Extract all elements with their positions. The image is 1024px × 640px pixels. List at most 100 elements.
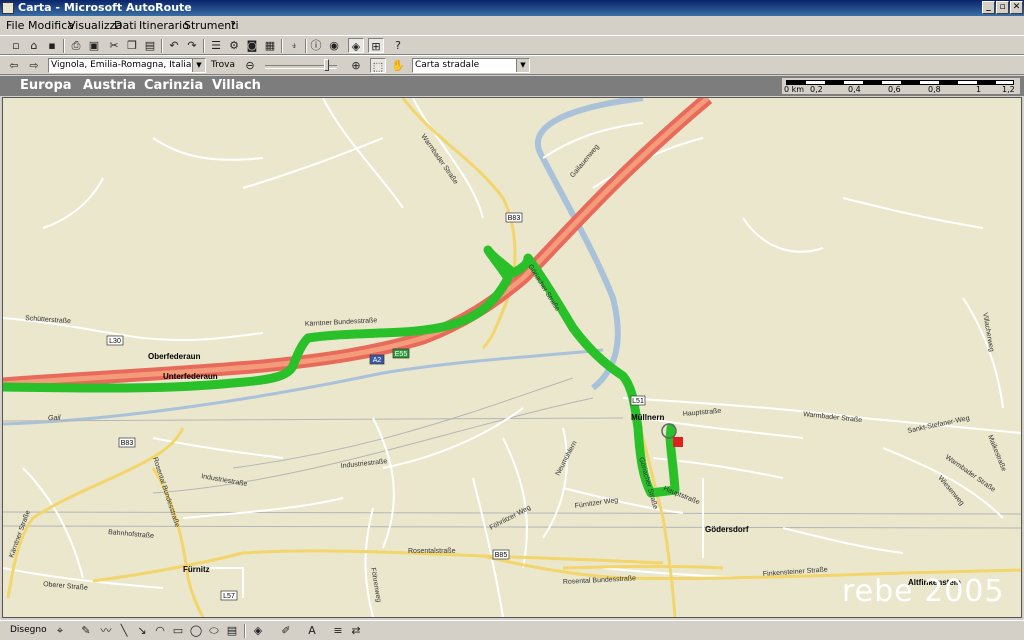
- new-icon[interactable]: ▫: [8, 38, 24, 53]
- street-label: Maikestraße: [986, 434, 1007, 472]
- paste-icon[interactable]: ▤: [142, 38, 158, 53]
- back-icon[interactable]: ⇦: [6, 58, 22, 73]
- standard-toolbar: ▫ ⌂ ▪ ⎙ ▣ ✂ ❐ ▤ ↶ ↷ ☰ ⚙ ◙ ▦ ⍖ ⓘ ◉ ◈ ⊞ ?: [0, 35, 1024, 55]
- separator: [203, 39, 205, 53]
- ellipse-icon[interactable]: ◯: [188, 623, 204, 638]
- info-icon[interactable]: ⓘ: [308, 38, 324, 53]
- menu-dati[interactable]: Dati: [114, 19, 137, 32]
- highlighter-icon[interactable]: ✎: [78, 623, 94, 638]
- street-label: Hauptstraße: [683, 408, 722, 418]
- shield-b85: B85: [495, 552, 508, 559]
- undo-icon[interactable]: ↶: [166, 38, 182, 53]
- itinerary-list-icon[interactable]: ☰: [208, 38, 224, 53]
- schedule-icon[interactable]: ▦: [262, 38, 278, 53]
- end-flag: [673, 437, 683, 447]
- scale-tick: 1,2: [1002, 85, 1015, 94]
- breadcrumb-villach[interactable]: Villach: [212, 78, 261, 93]
- find-nearby-icon[interactable]: ◉: [326, 38, 342, 53]
- map-layers-icon[interactable]: ◈: [348, 38, 364, 53]
- zoom-out-icon[interactable]: ⊖: [242, 58, 258, 73]
- menu-itinerario[interactable]: Itinerario: [139, 19, 189, 32]
- title-bar: Carta - Microsoft AutoRoute _ ▫ ✕: [0, 0, 1024, 16]
- freehand-icon[interactable]: 〰: [98, 623, 114, 638]
- scale-tick: 1: [976, 85, 982, 94]
- street-label: Fürnitzer Weg: [574, 497, 618, 510]
- scale-tick: 0,4: [848, 85, 861, 94]
- separator: [63, 39, 65, 53]
- fill-color-icon[interactable]: ◈: [250, 623, 266, 638]
- close-button[interactable]: ✕: [1010, 1, 1023, 14]
- breadcrumb-europa[interactable]: Europa: [20, 78, 72, 93]
- pointer-icon[interactable]: ⌖: [52, 623, 68, 638]
- map-style-value: Carta stradale: [415, 60, 480, 70]
- oval-icon[interactable]: ⬭: [206, 623, 222, 638]
- redo-icon[interactable]: ↷: [184, 38, 200, 53]
- line-icon[interactable]: ╲: [116, 623, 132, 638]
- watermark: rebe 2005: [842, 574, 1005, 609]
- drawing-toolbar: Disegno ⌖ ✎ 〰 ╲ ↘ ◠ ▭ ◯ ⬭ ▤ ◈ ✐ A ≡ ⇄: [0, 620, 1024, 640]
- scale-tick: 0,2: [810, 85, 823, 94]
- railways: [3, 377, 1021, 529]
- save-icon[interactable]: ▪: [44, 38, 60, 53]
- car-icon[interactable]: ◙: [244, 38, 260, 53]
- app-icon: [2, 2, 14, 14]
- zoom-slider-thumb[interactable]: [324, 59, 329, 71]
- select-area-icon[interactable]: ⬚: [370, 58, 386, 73]
- rectangle-icon[interactable]: ▭: [170, 623, 186, 638]
- street-label: Villacherweg: [981, 312, 995, 352]
- street-label: Göriacher Straße: [526, 263, 560, 312]
- line-style-icon[interactable]: ≡: [330, 623, 346, 638]
- overview-map-icon[interactable]: ⊞: [368, 38, 384, 53]
- scale-tick: 0,6: [888, 85, 901, 94]
- shield-l57: L57: [223, 593, 235, 600]
- breadcrumb-carinzia[interactable]: Carinzia: [144, 78, 203, 93]
- street-label: Bahnhofstraße: [108, 529, 154, 540]
- cut-icon[interactable]: ✂: [106, 38, 122, 53]
- separator: [305, 39, 307, 53]
- menu-bar: File Modifica Visualizza Dati Itinerario…: [0, 16, 1024, 34]
- menu-help[interactable]: ?: [230, 19, 236, 32]
- street-label: Föhrenweg: [369, 567, 382, 603]
- breadcrumb-austria[interactable]: Austria: [83, 78, 136, 93]
- street-label: Oberer Straße: [43, 581, 88, 592]
- scale-bar: 0 km 0,2 0,4 0,6 0,8 1 1,2: [782, 78, 1020, 94]
- arrow-style-icon[interactable]: ⇄: [348, 623, 364, 638]
- textbox-icon[interactable]: ▤: [224, 623, 240, 638]
- hand-icon[interactable]: ✋: [390, 58, 406, 73]
- print-icon[interactable]: ⎙: [68, 38, 84, 53]
- open-icon[interactable]: ⌂: [26, 38, 42, 53]
- map-style-combo[interactable]: Carta stradale ▼: [412, 58, 530, 73]
- restore-button[interactable]: ▫: [996, 1, 1009, 14]
- zoom-in-icon[interactable]: ⊕: [348, 58, 364, 73]
- pushpin-icon[interactable]: ⍖: [286, 38, 302, 53]
- forward-icon[interactable]: ⇨: [26, 58, 42, 73]
- arrow-icon[interactable]: ↘: [134, 623, 150, 638]
- window-title: Carta - Microsoft AutoRoute: [18, 1, 192, 14]
- help-icon[interactable]: ?: [390, 38, 406, 53]
- navigation-toolbar: ⇦ ⇨ Vignola, Emilia-Romagna, Italia ▼ Tr…: [0, 55, 1024, 75]
- place-fuernitz: Fürnitz: [183, 565, 210, 574]
- street-label: Gailauenweg: [569, 143, 601, 179]
- book-icon[interactable]: ▣: [86, 38, 102, 53]
- find-button[interactable]: Trova: [211, 60, 235, 70]
- chevron-down-icon[interactable]: ▼: [516, 59, 529, 72]
- location-breadcrumb: Europa Austria Carinzia Villach 0 km 0,2…: [0, 76, 1024, 96]
- location-combo[interactable]: Vignola, Emilia-Romagna, Italia ▼: [48, 58, 206, 73]
- street-label: Hauptstraße: [662, 485, 700, 506]
- minimize-button[interactable]: _: [982, 1, 995, 14]
- street-label: Warmbader Straße: [803, 411, 863, 424]
- line-color-icon[interactable]: ✐: [278, 623, 294, 638]
- street-label: Industriestraße: [201, 473, 248, 488]
- location-value: Vignola, Emilia-Romagna, Italia: [51, 60, 192, 70]
- drawing-menu[interactable]: Disegno: [10, 625, 47, 635]
- map-view[interactable]: B83 B83 L30 A2 E55 L51 B85 L57 Oberfeder…: [2, 97, 1022, 618]
- route-options-icon[interactable]: ⚙: [226, 38, 242, 53]
- chevron-down-icon[interactable]: ▼: [192, 59, 205, 72]
- scale-unit: 0 km: [784, 85, 805, 94]
- copy-icon[interactable]: ❐: [124, 38, 140, 53]
- curve-icon[interactable]: ◠: [152, 623, 168, 638]
- shield-l30: L30: [109, 338, 121, 345]
- menu-file[interactable]: File: [6, 19, 24, 32]
- separator: [161, 39, 163, 53]
- font-color-icon[interactable]: A: [304, 623, 320, 638]
